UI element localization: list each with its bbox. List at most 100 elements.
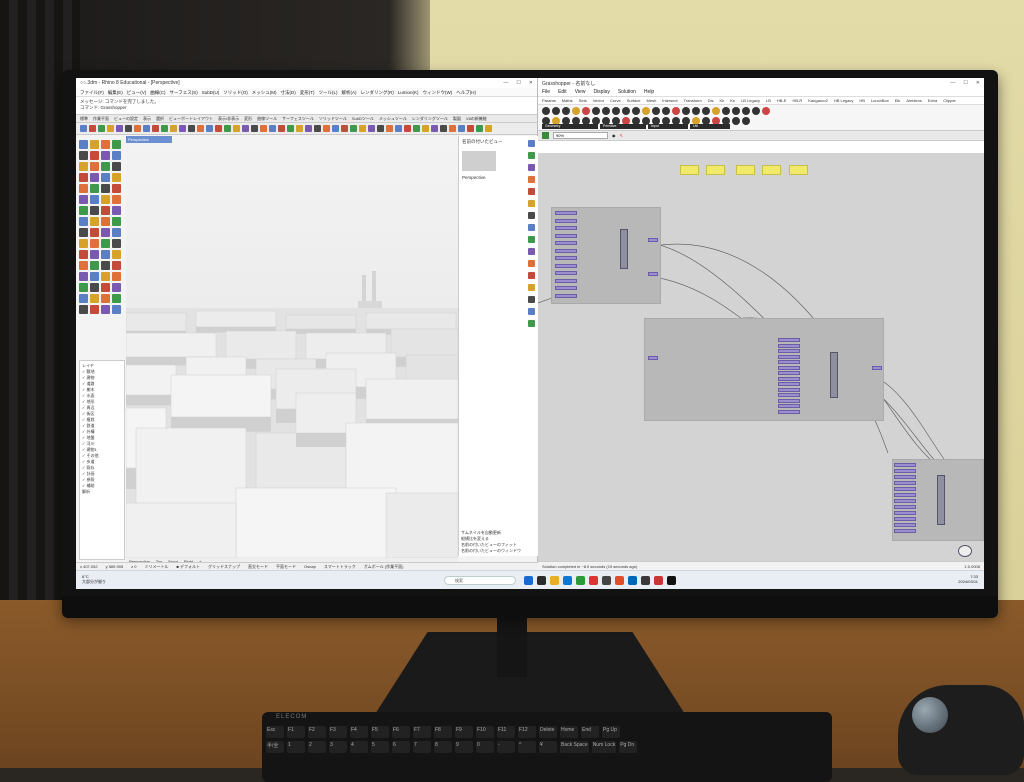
close-icon[interactable]: ✕	[976, 80, 980, 86]
toolbar-button-icon[interactable]	[314, 125, 321, 132]
gh-component-icon[interactable]	[552, 107, 560, 115]
toolbar-button-icon[interactable]	[476, 125, 483, 132]
tool-icon[interactable]	[112, 151, 121, 160]
tool-icon[interactable]	[101, 272, 110, 281]
maximize-icon[interactable]: ☐	[516, 80, 520, 86]
note-panel[interactable]	[680, 165, 699, 175]
gh-tab[interactable]: Clipper	[943, 98, 956, 103]
tool-icon[interactable]	[101, 162, 110, 171]
input-param[interactable]	[778, 344, 800, 348]
menu-item[interactable]: ウィンドウ(W)	[423, 90, 453, 94]
input-param[interactable]	[778, 338, 800, 342]
tool-icon[interactable]	[112, 195, 121, 204]
gh-tab[interactable]: Kk	[720, 98, 725, 103]
gh-component-icon[interactable]	[712, 107, 720, 115]
tool-icon[interactable]	[101, 261, 110, 270]
gh-component-icon[interactable]	[592, 107, 600, 115]
panel-icon[interactable]	[528, 164, 535, 171]
tool-icon[interactable]	[79, 151, 88, 160]
tool-icon[interactable]	[101, 250, 110, 259]
gh-component-icon[interactable]	[632, 107, 640, 115]
toolbar-tab[interactable]: 曲線ツール	[257, 116, 277, 121]
taskbar-app-icon[interactable]	[667, 576, 676, 585]
panel-icon[interactable]	[528, 284, 535, 291]
tool-icon[interactable]	[79, 239, 88, 248]
gh-tab[interactable]: HB	[859, 98, 865, 103]
input-param[interactable]	[555, 279, 577, 283]
tool-icon[interactable]	[79, 272, 88, 281]
gh-tab[interactable]: HB Legacy	[834, 98, 854, 103]
toolbar-tab[interactable]: 選択	[156, 116, 164, 121]
panel-icon[interactable]	[528, 272, 535, 279]
input-param[interactable]	[555, 234, 577, 238]
gh-menu-item[interactable]: File	[542, 89, 550, 95]
input-param[interactable]	[555, 271, 577, 275]
toolbar-tab[interactable]: レンダリングツール	[412, 116, 448, 121]
named-view-item[interactable]: Perspective	[462, 175, 535, 180]
output-param[interactable]	[648, 356, 658, 360]
panel-icon[interactable]	[528, 236, 535, 243]
panel-icon[interactable]	[528, 260, 535, 267]
toolbar-button-icon[interactable]	[413, 125, 420, 132]
toolbar-button-icon[interactable]	[260, 125, 267, 132]
input-param[interactable]	[555, 241, 577, 245]
tool-icon[interactable]	[112, 283, 121, 292]
menu-item[interactable]: ファイル(F)	[80, 90, 104, 94]
tool-icon[interactable]	[101, 228, 110, 237]
menu-item[interactable]: Lumion(K)	[398, 90, 419, 94]
gh-tab[interactable]: Sets	[579, 98, 587, 103]
toolbar-button-icon[interactable]	[80, 125, 87, 132]
input-param[interactable]	[894, 481, 916, 485]
tool-icon[interactable]	[90, 294, 99, 303]
gh-tab[interactable]: Maths	[562, 98, 573, 103]
toolbar-tab[interactable]: 表示	[143, 116, 151, 121]
maximize-icon[interactable]: ☐	[963, 80, 967, 86]
tool-icon[interactable]	[112, 184, 121, 193]
input-param[interactable]	[894, 517, 916, 521]
input-param[interactable]	[778, 371, 800, 375]
weather-widget[interactable]: 6°C 大部分が曇り	[82, 574, 106, 584]
viewport-title[interactable]: Perspective	[126, 136, 172, 143]
command-area[interactable]: メッセージ: コマンドを完了しました。 コマンド: Grasshopper	[76, 97, 537, 115]
gh-menu-item[interactable]: View	[575, 89, 586, 95]
gh-tab[interactable]: LB Legacy	[741, 98, 760, 103]
toolbar-button-icon[interactable]	[242, 125, 249, 132]
status-item[interactable]: z 0	[131, 564, 136, 569]
toolbar-tab[interactable]: ビューポートレイアウト	[169, 116, 213, 121]
tool-icon[interactable]	[101, 184, 110, 193]
toolbar-button-icon[interactable]	[485, 125, 492, 132]
input-param[interactable]	[894, 499, 916, 503]
gh-component-icon[interactable]	[672, 107, 680, 115]
gh-tab[interactable]: Elk	[895, 98, 901, 103]
gh-menu-item[interactable]: Solution	[618, 89, 636, 95]
gh-menu-item[interactable]: Display	[593, 89, 609, 95]
minimize-icon[interactable]: —	[950, 80, 955, 86]
toolbar-button-icon[interactable]	[296, 125, 303, 132]
toolbar-button-icon[interactable]	[458, 125, 465, 132]
toolbar-button-icon[interactable]	[323, 125, 330, 132]
note-panel[interactable]	[736, 165, 755, 175]
gh-tab[interactable]: Ke	[730, 98, 735, 103]
perspective-viewport[interactable]	[126, 143, 458, 558]
status-item[interactable]: ガムボール (作業平面)	[364, 564, 404, 569]
panel-icon[interactable]	[528, 296, 535, 303]
toolbar-button-icon[interactable]	[233, 125, 240, 132]
toolbar-button-icon[interactable]	[206, 125, 213, 132]
menu-item[interactable]: 変形(T)	[300, 90, 315, 94]
tool-icon[interactable]	[101, 206, 110, 215]
menu-item[interactable]: 編集(E)	[108, 90, 123, 94]
input-param[interactable]	[778, 355, 800, 359]
gh-component-icon[interactable]	[542, 107, 550, 115]
tool-icon[interactable]	[90, 195, 99, 204]
tool-icon[interactable]	[90, 272, 99, 281]
menu-item[interactable]: ヘルプ(H)	[456, 90, 476, 94]
gh-tab[interactable]: Vector	[593, 98, 604, 103]
toolbar-tab[interactable]: 製図	[453, 116, 461, 121]
toolbar-button-icon[interactable]	[350, 125, 357, 132]
tool-icon[interactable]	[90, 261, 99, 270]
toolbar-button-icon[interactable]	[125, 125, 132, 132]
tool-icon[interactable]	[90, 305, 99, 314]
panel-icon[interactable]	[528, 188, 535, 195]
toolbar-tab[interactable]: 作業平面	[93, 116, 109, 121]
zoom-field[interactable]: 90%	[553, 132, 608, 139]
